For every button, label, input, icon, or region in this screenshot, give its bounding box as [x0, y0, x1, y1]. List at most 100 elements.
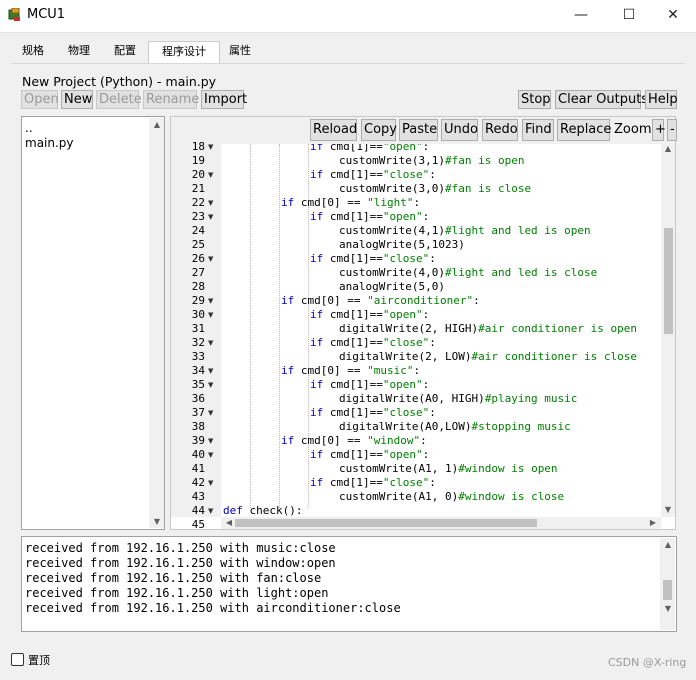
- code-line: if cmd[1]=="close":: [310, 336, 436, 349]
- fold-toggle-icon[interactable]: ▼: [208, 448, 213, 462]
- code-line: digitalWrite(A0,LOW)#stopping music: [339, 420, 571, 433]
- project-title: New Project (Python) - main.py: [22, 74, 217, 89]
- new-button[interactable]: New: [61, 90, 93, 109]
- tab-attributes[interactable]: 属性: [220, 41, 260, 62]
- minimize-button[interactable]: —: [558, 0, 604, 32]
- file-list-scrollbar[interactable]: ▲ ▼: [149, 118, 164, 528]
- fold-toggle-icon[interactable]: ▼: [208, 294, 213, 308]
- fold-toggle-icon[interactable]: ▼: [208, 196, 213, 210]
- code-area[interactable]: if cmd[1]=="open": customWrite(3,1)#fan i…: [221, 144, 661, 517]
- zoom-out-button[interactable]: -: [667, 119, 677, 141]
- fold-toggle-icon[interactable]: ▼: [208, 336, 213, 350]
- scroll-up-icon[interactable]: ▲: [660, 540, 676, 549]
- delete-button[interactable]: Delete: [96, 90, 142, 109]
- scroll-down-icon[interactable]: ▼: [149, 517, 165, 526]
- line-number-gutter: 18 ▼ 19 20 ▼ 21 22 ▼ 23 ▼ 24 25 26 ▼ 27 28 29 ▼ 30 ▼ 31 32 ▼ 33…: [171, 140, 221, 531]
- scroll-down-icon[interactable]: ▼: [660, 604, 676, 613]
- scroll-up-icon[interactable]: ▲: [149, 120, 165, 129]
- zoom-label: Zoom:: [614, 122, 656, 137]
- code-line: digitalWrite(2, HIGH)#air conditioner is…: [339, 322, 638, 335]
- output-scroll-thumb[interactable]: [663, 580, 672, 600]
- line-number: 43: [191, 490, 205, 503]
- line-number: 20: [191, 168, 205, 181]
- code-line: customWrite(3,1)#fan is open: [339, 154, 525, 167]
- line-number: 38: [191, 420, 205, 433]
- output-console[interactable]: ▲ ▼ received from 192.16.1.250 with musi…: [21, 536, 677, 632]
- code-line: if cmd[1]=="close":: [310, 476, 436, 489]
- scroll-up-icon[interactable]: ▲: [660, 144, 676, 153]
- scroll-down-icon[interactable]: ▼: [660, 505, 676, 514]
- code-line: if cmd[0] == "light":: [281, 196, 421, 209]
- code-line: customWrite(4,0)#light and led is close: [339, 266, 598, 279]
- maximize-button[interactable]: ☐: [606, 0, 652, 32]
- tab-specs[interactable]: 规格: [12, 41, 54, 62]
- watermark: CSDN @X-ring: [608, 656, 687, 669]
- code-line: customWrite(3,0)#fan is close: [339, 182, 532, 195]
- output-line: received from 192.16.1.250 with light:op…: [25, 586, 329, 600]
- code-line: if cmd[1]=="open":: [310, 308, 430, 321]
- code-line: if cmd[1]=="open":: [310, 210, 430, 223]
- line-number: 30: [191, 308, 205, 321]
- fold-toggle-icon[interactable]: ▼: [208, 504, 213, 518]
- code-line: if cmd[1]=="close":: [310, 406, 436, 419]
- line-number: 33: [191, 350, 205, 363]
- find-button[interactable]: Find: [522, 119, 554, 141]
- pin-on-top-checkbox[interactable]: [11, 653, 24, 666]
- code-line: analogWrite(5,0): [339, 280, 445, 293]
- hscroll-thumb[interactable]: [235, 519, 537, 527]
- fold-toggle-icon[interactable]: ▼: [208, 308, 213, 322]
- replace-button[interactable]: Replace: [557, 119, 611, 141]
- scroll-thumb[interactable]: [664, 228, 673, 334]
- fold-toggle-icon[interactable]: ▼: [208, 364, 213, 378]
- line-number: 45: [191, 518, 205, 531]
- tab-divider: [12, 63, 684, 64]
- fold-toggle-icon[interactable]: ▼: [208, 140, 213, 154]
- code-line: analogWrite(5,1023): [339, 238, 465, 251]
- import-button[interactable]: Import: [201, 90, 247, 109]
- tab-physical[interactable]: 物理: [58, 41, 100, 62]
- code-line: if cmd[1]=="open":: [310, 448, 430, 461]
- copy-button[interactable]: Copy: [361, 119, 397, 141]
- redo-button[interactable]: Redo: [482, 119, 518, 141]
- output-scrollbar[interactable]: ▲ ▼: [660, 538, 675, 630]
- line-number: 41: [191, 462, 205, 475]
- file-list: .. main.py ▲ ▼: [21, 116, 165, 530]
- stop-button[interactable]: Stop: [518, 90, 551, 109]
- zoom-in-button[interactable]: +: [652, 119, 666, 141]
- code-line: if cmd[1]=="close":: [310, 252, 436, 265]
- clear-outputs-button[interactable]: Clear Outputs: [555, 90, 648, 109]
- line-number: 28: [191, 280, 205, 293]
- tab-programming[interactable]: 程序设计: [148, 41, 220, 64]
- fold-toggle-icon[interactable]: ▼: [208, 378, 213, 392]
- window-title: MCU1: [27, 7, 66, 22]
- paste-button[interactable]: Paste: [399, 119, 438, 141]
- code-line: customWrite(A1, 0)#window is close: [339, 490, 565, 503]
- fold-toggle-icon[interactable]: ▼: [208, 476, 213, 490]
- editor-vscrollbar[interactable]: ▲ ▼: [661, 144, 675, 517]
- output-line: received from 192.16.1.250 with aircondi…: [25, 601, 401, 615]
- editor-hscrollbar[interactable]: ◀ ▶: [221, 517, 661, 529]
- fold-toggle-icon[interactable]: ▼: [208, 434, 213, 448]
- file-item-parent[interactable]: ..: [25, 121, 33, 135]
- line-number: 34: [191, 364, 205, 377]
- fold-toggle-icon[interactable]: ▼: [208, 168, 213, 182]
- scroll-right-icon[interactable]: ▶: [645, 518, 661, 527]
- fold-toggle-icon[interactable]: ▼: [208, 210, 213, 224]
- line-number: 39: [191, 434, 205, 447]
- help-button[interactable]: Help: [645, 90, 678, 109]
- fold-toggle-icon[interactable]: ▼: [208, 252, 213, 266]
- mcu-app-icon: [8, 8, 20, 21]
- tab-config[interactable]: 配置: [104, 41, 146, 62]
- output-line: received from 192.16.1.250 with window:o…: [25, 556, 336, 570]
- line-number: 23: [191, 210, 205, 223]
- open-button[interactable]: Open: [21, 90, 59, 109]
- line-number: 32: [191, 336, 205, 349]
- fold-toggle-icon[interactable]: ▼: [208, 406, 213, 420]
- rename-button[interactable]: Rename: [143, 90, 199, 109]
- code-line: if cmd[0] == "airconditioner":: [281, 294, 480, 307]
- reload-button[interactable]: Reload: [310, 119, 357, 141]
- line-number: 42: [191, 476, 205, 489]
- undo-button[interactable]: Undo: [441, 119, 478, 141]
- file-item-main[interactable]: main.py: [25, 136, 74, 150]
- close-button[interactable]: ✕: [650, 0, 696, 32]
